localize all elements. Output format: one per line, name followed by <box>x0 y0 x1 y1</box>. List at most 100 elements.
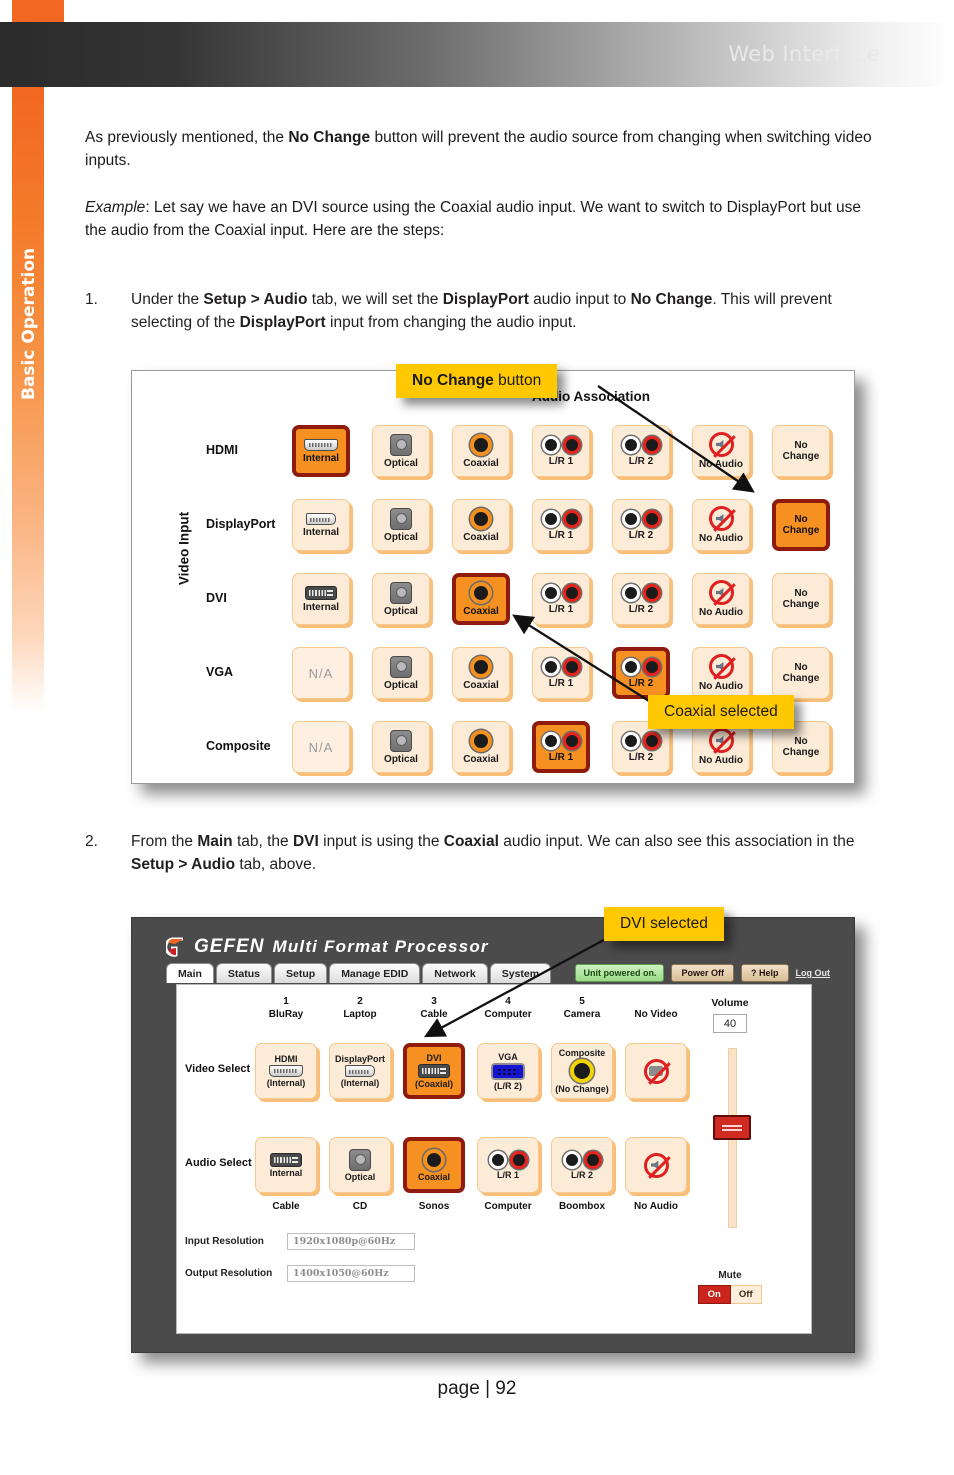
matrix-cell-vga-no-change[interactable]: No Change <box>772 647 830 699</box>
matrix-cell-hdmi-no-audio[interactable]: No Audio <box>692 425 750 477</box>
output-resolution-field[interactable]: 1400x1050@60Hz <box>287 1265 415 1282</box>
cell-label: L/R 2 <box>628 529 654 541</box>
cell-label: L/R 1 <box>548 455 574 467</box>
cell-label: L/R 2 <box>628 751 654 763</box>
matrix-cell-dvi-coaxial[interactable]: Coaxial <box>452 573 510 625</box>
cell-label: L/R 1 <box>496 1169 519 1180</box>
callout-coaxial-selected: Coaxial selected <box>648 695 794 729</box>
audio-select-internal[interactable]: Internal <box>255 1137 317 1193</box>
rca-pair-icon <box>621 731 661 750</box>
matrix-cell-displayport-optical[interactable]: Optical <box>372 499 430 551</box>
audio-select-l-r-2[interactable]: L/R 2 <box>551 1137 613 1193</box>
optical-icon <box>390 433 412 456</box>
tab-bar[interactable]: Main Status Setup Manage EDID Network System <box>166 963 553 983</box>
step2-frag-e: audio input. We can also see this associ… <box>498 833 855 850</box>
step1-frag-a: Under the <box>131 291 204 308</box>
intro-bold-no-change: No Change <box>288 129 371 146</box>
audio-caption-2: Sonos <box>418 1201 450 1212</box>
matrix-cell-vga-l-r-1[interactable]: L/R 1 <box>532 647 590 699</box>
matrix-cell-hdmi-l-r-1[interactable]: L/R 1 <box>532 425 590 477</box>
matrix-cell-dvi-no-change[interactable]: No Change <box>772 573 830 625</box>
displayport-icon <box>306 512 336 525</box>
tab-system[interactable]: System <box>489 963 552 983</box>
mute-on-button[interactable]: On <box>698 1285 731 1304</box>
step1-frag-f: input from changing the audio input. <box>325 314 577 331</box>
cell-assoc-label: (No Change) <box>555 1084 609 1094</box>
cell-label: L/R 1 <box>548 677 574 689</box>
cell-port-label: Composite <box>558 1048 606 1058</box>
tab-network[interactable]: Network <box>422 963 488 983</box>
input-resolution-field[interactable]: 1920x1080p@60Hz <box>287 1233 415 1250</box>
matrix-cell-dvi-optical[interactable]: Optical <box>372 573 430 625</box>
audio-caption-3: Computer <box>484 1201 532 1212</box>
optical-icon <box>349 1148 371 1171</box>
audio-select-l-r-1[interactable]: L/R 1 <box>477 1137 539 1193</box>
matrix-cell-hdmi-optical[interactable]: Optical <box>372 425 430 477</box>
matrix-cell-dvi-internal[interactable]: Internal <box>292 573 350 625</box>
matrix-cell-displayport-coaxial[interactable]: Coaxial <box>452 499 510 551</box>
matrix-cell-vga-optical[interactable]: Optical <box>372 647 430 699</box>
mute-toggle[interactable]: On Off <box>698 1285 762 1304</box>
tab-main[interactable]: Main <box>166 963 214 983</box>
step1-frag-d: audio input to <box>528 291 631 308</box>
power-off-button[interactable]: Power Off <box>671 964 734 982</box>
matrix-cell-vga-n-a[interactable]: N/A <box>292 647 350 699</box>
step2-bold-dvi: DVI <box>292 833 319 850</box>
video-select-hdmi[interactable]: HDMI (Internal) <box>255 1043 317 1099</box>
matrix-cell-displayport-l-r-2[interactable]: L/R 2 <box>612 499 670 551</box>
matrix-cell-hdmi-no-change[interactable]: No Change <box>772 425 830 477</box>
cell-label: N/A <box>308 739 334 755</box>
tab-setup[interactable]: Setup <box>274 963 328 983</box>
tab-manage-edid[interactable]: Manage EDID <box>329 963 421 983</box>
cell-label: Optical <box>344 1171 376 1182</box>
video-column-header-4: 5 Camera <box>563 996 601 1020</box>
video-select-no-video[interactable] <box>625 1043 687 1099</box>
matrix-cell-displayport-no-audio[interactable]: No Audio <box>692 499 750 551</box>
page-title: Web Interface <box>728 42 880 66</box>
step2-frag-c: tab, the <box>232 833 293 850</box>
matrix-cell-hdmi-coaxial[interactable]: Coaxial <box>452 425 510 477</box>
help-button[interactable]: ? Help <box>740 964 789 982</box>
matrix-cell-vga-coaxial[interactable]: Coaxial <box>452 647 510 699</box>
matrix-cell-hdmi-l-r-2[interactable]: L/R 2 <box>612 425 670 477</box>
video-select-vga[interactable]: VGA (L/R 2) <box>477 1043 539 1099</box>
matrix-cell-composite-l-r-1[interactable]: L/R 1 <box>532 721 590 773</box>
video-column-header-0: 1 BluRay <box>268 996 304 1020</box>
intro-text-1: As previously mentioned, the <box>85 129 289 146</box>
matrix-cell-dvi-no-audio[interactable]: No Audio <box>692 573 750 625</box>
matrix-cell-displayport-internal[interactable]: Internal <box>292 499 350 551</box>
brand-name: GEFEN <box>194 936 265 957</box>
step1-bold-setup-audio: Setup > Audio <box>203 291 308 308</box>
matrix-cell-composite-n-a[interactable]: N/A <box>292 721 350 773</box>
cell-label: L/R 1 <box>548 529 574 541</box>
volume-value-field[interactable]: 40 <box>713 1014 747 1033</box>
matrix-cell-displayport-l-r-1[interactable]: L/R 1 <box>532 499 590 551</box>
matrix-cell-composite-coaxial[interactable]: Coaxial <box>452 721 510 773</box>
matrix-cell-vga-no-audio[interactable]: No Audio <box>692 647 750 699</box>
step2-bold-setup-audio: Setup > Audio <box>131 856 236 873</box>
video-select-displayport[interactable]: DisplayPort (Internal) <box>329 1043 391 1099</box>
cell-label: Internal <box>302 601 340 613</box>
video-select-label: Video Select <box>185 1063 251 1075</box>
matrix-cell-hdmi-internal[interactable]: Internal <box>292 425 350 477</box>
matrix-cell-dvi-l-r-1[interactable]: L/R 1 <box>532 573 590 625</box>
mute-off-button[interactable]: Off <box>730 1285 762 1304</box>
matrix-cell-composite-optical[interactable]: Optical <box>372 721 430 773</box>
cell-label: Optical <box>384 753 418 765</box>
volume-slider-handle[interactable] <box>713 1115 751 1140</box>
log-out-link[interactable]: Log Out <box>796 968 831 978</box>
no-video-icon <box>643 1058 669 1084</box>
matrix-cell-vga-l-r-2[interactable]: L/R 2 <box>612 647 670 699</box>
tab-status[interactable]: Status <box>215 963 273 983</box>
matrix-cell-dvi-l-r-2[interactable]: L/R 2 <box>612 573 670 625</box>
no-audio-icon <box>708 580 734 605</box>
audio-select-optical[interactable]: Optical <box>329 1137 391 1193</box>
cell-label: No Change <box>782 662 820 684</box>
audio-select-no-audio[interactable] <box>625 1137 687 1193</box>
cell-label: No Audio <box>698 607 744 618</box>
matrix-cell-displayport-no-change[interactable]: No Change <box>772 499 830 551</box>
example-label: Example <box>85 199 146 216</box>
audio-select-coaxial[interactable]: Coaxial <box>403 1137 465 1193</box>
video-select-dvi[interactable]: DVI (Coaxial) <box>403 1043 465 1099</box>
video-select-composite[interactable]: Composite (No Change) <box>551 1043 613 1099</box>
